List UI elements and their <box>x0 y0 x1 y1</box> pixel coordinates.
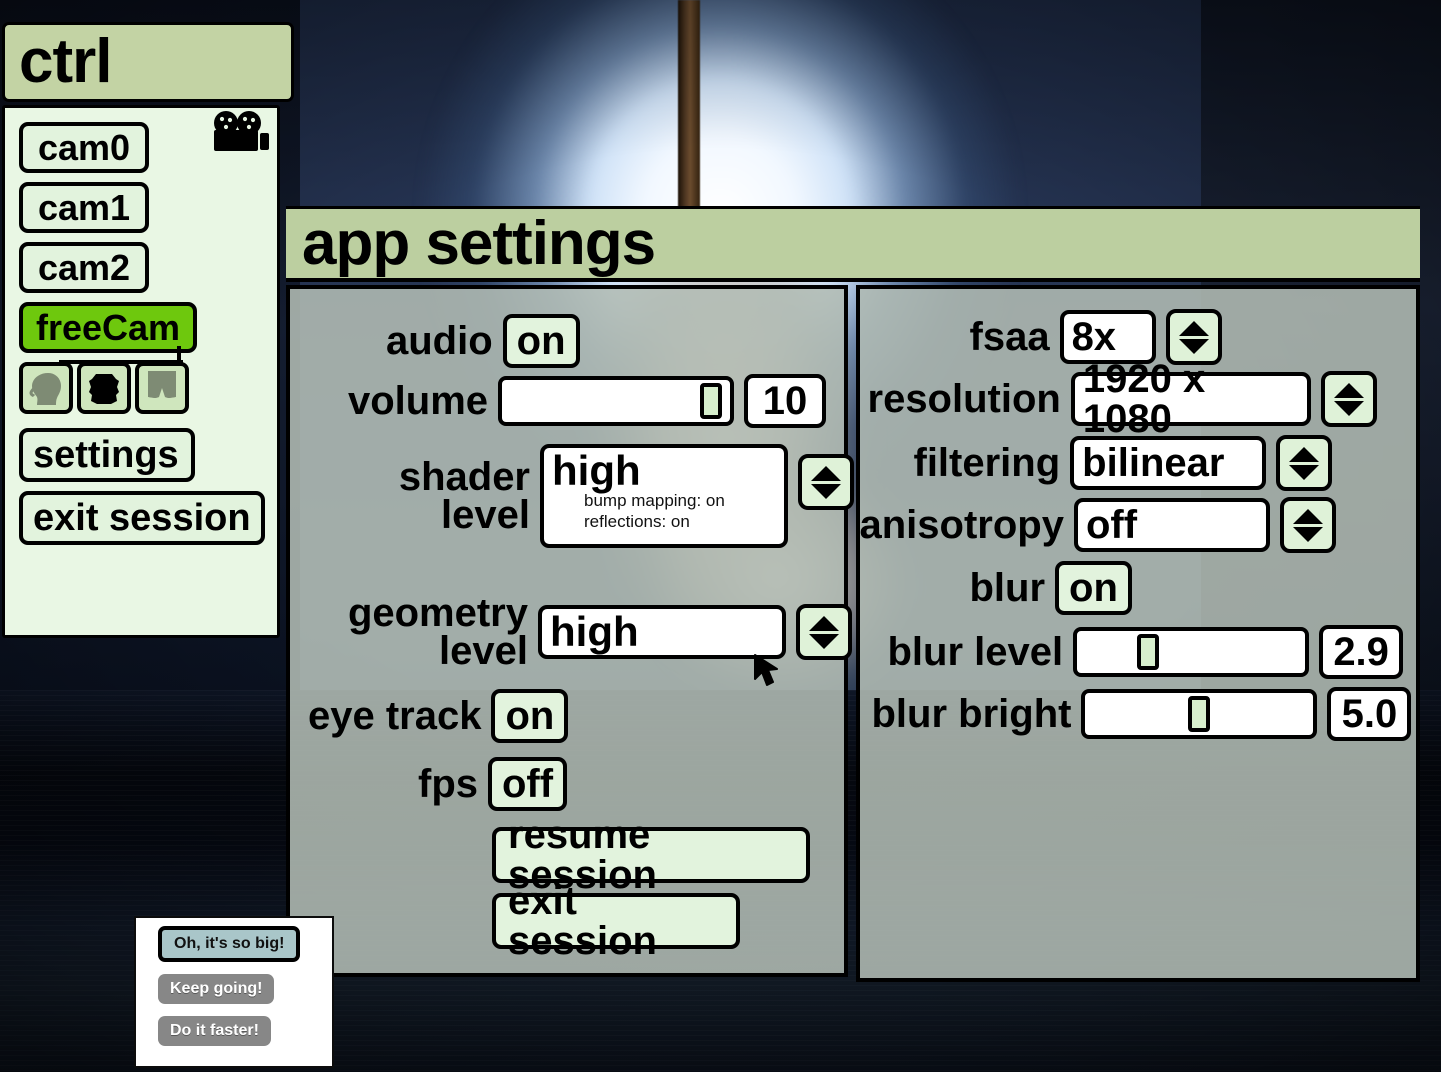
chevron-down-icon[interactable] <box>1333 400 1364 416</box>
setting-row-blur-level: blur level 2.9 <box>888 625 1404 679</box>
camera-button-cam0[interactable]: cam0 <box>19 122 149 173</box>
shader-level-value: high <box>552 447 641 494</box>
geometry-level-field[interactable]: high <box>538 605 786 659</box>
eye-track-toggle[interactable]: on <box>491 689 569 743</box>
settings-button[interactable]: settings <box>19 428 195 482</box>
anisotropy-spinner[interactable] <box>1279 497 1336 553</box>
shader-level-spinner[interactable] <box>798 454 854 510</box>
body-target-selector <box>19 346 277 414</box>
shader-detail-bump-mapping: bump mapping: on <box>584 491 725 511</box>
chevron-down-icon[interactable] <box>1289 464 1320 480</box>
fsaa-value[interactable]: 8x <box>1059 310 1156 364</box>
chevron-down-icon[interactable] <box>1292 526 1323 542</box>
geometry-level-label: geometry level <box>347 591 528 673</box>
chat-quick-replies-panel: Oh, it's so big! Keep going! Do it faste… <box>134 916 334 1068</box>
head-target-icon <box>29 373 61 405</box>
volume-slider-handle[interactable] <box>699 383 722 419</box>
chevron-up-icon[interactable] <box>1178 320 1209 336</box>
resolution-spinner[interactable] <box>1320 371 1377 427</box>
resolution-label: resolution <box>867 377 1061 421</box>
camera-button-freecam[interactable]: freeCam <box>19 302 197 353</box>
blur-bright-slider[interactable] <box>1081 689 1318 739</box>
exit-session-button-settings[interactable]: exit session <box>492 881 740 961</box>
camera-button-cam2[interactable]: cam2 <box>19 242 149 293</box>
volume-slider[interactable] <box>498 376 735 426</box>
setting-row-filtering: filtering bilinear <box>914 435 1333 491</box>
blur-level-slider-handle[interactable] <box>1136 634 1159 670</box>
resume-session-button[interactable]: resume session <box>492 815 810 895</box>
torso-target-button[interactable] <box>77 362 131 414</box>
anisotropy-label: anisotropy <box>859 503 1064 547</box>
hips-target-button[interactable] <box>135 362 189 414</box>
settings-columns: audio on volume 10 shader level high bum… <box>286 285 1420 982</box>
settings-left-column: audio on volume 10 shader level high bum… <box>286 285 854 977</box>
body-connector-vertical <box>177 346 181 364</box>
blur-level-label: blur level <box>887 630 1064 674</box>
settings-right-column: fsaa 8x resolution 1920 x 1080 filtering… <box>855 285 1420 982</box>
chevron-up-icon[interactable] <box>811 465 841 481</box>
setting-row-blur: blur on <box>970 561 1132 615</box>
setting-row-shader-level: shader level high bump mapping: on refle… <box>350 444 854 548</box>
chat-quick-reply-2[interactable]: Do it faster! <box>158 1016 271 1046</box>
setting-row-volume: volume 10 <box>348 374 827 428</box>
audio-toggle[interactable]: on <box>502 314 580 368</box>
blur-level-slider[interactable] <box>1073 627 1310 677</box>
fsaa-label: fsaa <box>969 315 1050 359</box>
torso-target-icon <box>89 374 119 404</box>
chat-quick-reply-0[interactable]: Oh, it's so big! <box>158 926 301 962</box>
app-settings-title: app settings <box>286 206 1420 282</box>
movie-camera-icon <box>211 110 271 158</box>
chevron-up-icon[interactable] <box>1289 446 1320 462</box>
ctrl-panel-body: cam0 cam1 cam2 freeCam settings exit ses… <box>2 105 280 638</box>
exit-session-button[interactable]: exit session <box>19 491 265 545</box>
shader-level-label: shader level <box>398 455 530 537</box>
hips-target-icon <box>148 371 176 398</box>
ctrl-panel-title: ctrl <box>2 22 294 102</box>
chevron-down-icon[interactable] <box>811 483 841 499</box>
blur-label: blur <box>969 566 1046 610</box>
ctrl-panel-actions: settings exit session <box>19 428 265 554</box>
body-connector-horizontal <box>59 360 183 364</box>
volume-label: volume <box>348 379 489 423</box>
app-settings-window: app settings audio on volume 10 shader l… <box>286 206 1420 982</box>
setting-row-audio: audio on <box>386 314 580 368</box>
chevron-up-icon[interactable] <box>809 615 839 631</box>
chevron-down-icon[interactable] <box>809 633 839 649</box>
head-target-button[interactable] <box>19 362 73 414</box>
setting-row-fps: fps off <box>418 757 568 811</box>
fps-label: fps <box>418 762 478 806</box>
chevron-down-icon[interactable] <box>1178 338 1209 354</box>
setting-row-resolution: resolution 1920 x 1080 <box>867 359 1377 439</box>
shader-detail-reflections: reflections: on <box>584 511 690 531</box>
chevron-up-icon[interactable] <box>1333 382 1364 398</box>
filtering-spinner[interactable] <box>1276 435 1333 491</box>
geometry-level-spinner[interactable] <box>796 604 852 660</box>
shader-level-field[interactable]: high bump mapping: on reflections: on <box>540 444 788 548</box>
audio-label: audio <box>386 319 493 363</box>
blur-bright-value: 5.0 <box>1327 687 1412 741</box>
ctrl-panel: ctrl cam0 cam1 cam2 freeCam settings exi… <box>2 22 294 638</box>
chevron-up-icon[interactable] <box>1292 508 1323 524</box>
filtering-label: filtering <box>913 441 1061 485</box>
setting-row-blur-bright: blur bright 5.0 <box>872 687 1412 741</box>
volume-value: 10 <box>744 374 827 428</box>
camera-button-cam1[interactable]: cam1 <box>19 182 149 233</box>
blur-bright-label: blur bright <box>871 692 1072 736</box>
setting-row-eye-track: eye track on <box>308 689 569 743</box>
blur-bright-slider-handle[interactable] <box>1188 696 1211 732</box>
filtering-value[interactable]: bilinear <box>1070 436 1267 490</box>
blur-level-value: 2.9 <box>1319 625 1404 679</box>
setting-row-anisotropy: anisotropy off <box>860 497 1336 553</box>
mouse-pointer-icon <box>752 652 786 692</box>
resolution-value[interactable]: 1920 x 1080 <box>1070 359 1311 439</box>
anisotropy-value[interactable]: off <box>1073 498 1270 552</box>
eye-track-label: eye track <box>308 694 482 738</box>
blur-toggle[interactable]: on <box>1055 561 1132 615</box>
fps-toggle[interactable]: off <box>488 757 568 811</box>
chat-quick-reply-1[interactable]: Keep going! <box>158 974 275 1004</box>
